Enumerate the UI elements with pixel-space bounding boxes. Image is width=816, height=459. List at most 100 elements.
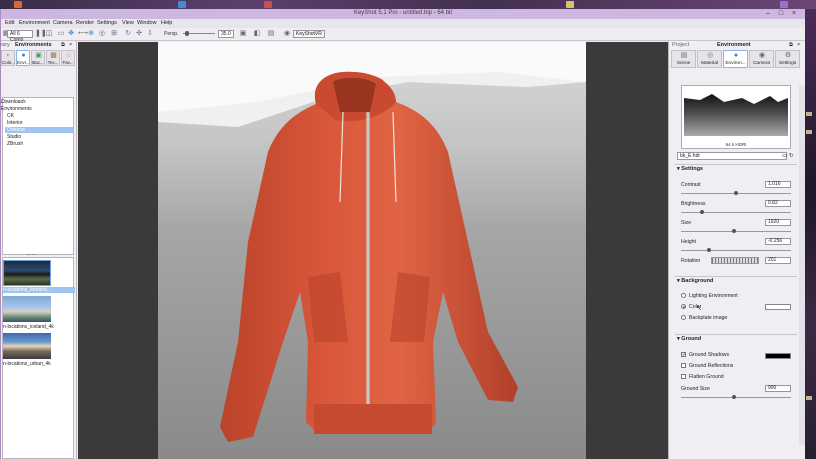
background-color-swatch[interactable] xyxy=(765,304,791,310)
tab-scene[interactable]: ▤ Scene xyxy=(671,50,696,68)
contrast-input[interactable]: 1.016 xyxy=(765,181,791,188)
brightness-slider[interactable] xyxy=(681,212,791,213)
desktop-icon[interactable] xyxy=(780,1,788,8)
ground-reflections-checkbox[interactable] xyxy=(681,363,686,368)
pause-icon[interactable]: ❚❚ xyxy=(35,30,47,38)
maximize-icon[interactable]: □ xyxy=(776,10,786,18)
keyshotvr-button[interactable]: KeyShotVR xyxy=(293,30,325,38)
grid-icon[interactable]: ▤ xyxy=(267,30,275,38)
tab-material[interactable]: ◎ Material xyxy=(697,50,722,68)
vr-icon[interactable]: ◉ xyxy=(283,30,291,38)
tumble-icon[interactable]: ⊕ xyxy=(87,30,95,38)
refresh-icon[interactable]: ↻ xyxy=(789,152,794,160)
ground-section-title[interactable]: ▾ Ground xyxy=(677,336,701,342)
size-input[interactable]: 1920 xyxy=(765,219,791,226)
ground-size-slider[interactable] xyxy=(681,397,791,398)
tree-item-interior[interactable]: Interior xyxy=(7,120,23,126)
menu-render[interactable]: Render xyxy=(76,20,94,26)
flatten-ground-checkbox[interactable] xyxy=(681,374,686,379)
size-slider[interactable] xyxy=(681,231,791,232)
tree-item-downloads[interactable]: Downloads xyxy=(1,99,26,105)
dolly-icon[interactable]: ⟷ xyxy=(78,30,88,38)
size-slider-knob[interactable] xyxy=(732,229,736,233)
height-slider[interactable] xyxy=(681,250,791,251)
tree-item-studio[interactable]: Studio xyxy=(7,134,21,140)
thumbnail-iceland[interactable] xyxy=(3,296,51,322)
camera-icon[interactable]: ◎ xyxy=(98,30,106,38)
tab-favorites[interactable]: ☆ Fav... xyxy=(61,50,75,66)
panel-float-icon[interactable]: ⧉ xyxy=(789,41,793,49)
scrollbar[interactable] xyxy=(799,85,805,445)
desktop-icon[interactable] xyxy=(566,1,574,8)
tab-environments[interactable]: ● Envi... xyxy=(16,50,30,66)
contrast-slider-knob[interactable] xyxy=(734,191,738,195)
render-icon[interactable]: ◧ xyxy=(253,30,261,38)
height-input[interactable]: -0.256 xyxy=(765,238,791,245)
tab-environment[interactable]: ● Environ... xyxy=(723,50,748,68)
menu-window[interactable]: Window xyxy=(137,20,157,26)
menu-view[interactable]: View xyxy=(122,20,134,26)
ground-shadows-checkbox[interactable]: ✔ xyxy=(681,352,686,358)
folder-icon[interactable]: ▭ xyxy=(782,152,787,160)
screenshot-icon[interactable]: ▣ xyxy=(239,30,247,38)
desktop-icon[interactable] xyxy=(806,396,812,400)
splitter-handle[interactable] xyxy=(27,254,37,256)
close-icon[interactable]: × xyxy=(789,10,799,18)
minimize-icon[interactable]: – xyxy=(763,10,773,18)
tab-settings[interactable]: ⚙ Settings xyxy=(775,50,800,68)
download-icon[interactable]: ⇩ xyxy=(146,30,154,38)
panel-close-icon[interactable]: × xyxy=(797,41,800,49)
height-slider-knob[interactable] xyxy=(707,248,711,252)
fit-icon[interactable]: ⊞ xyxy=(110,30,118,38)
tree-item-environments[interactable]: Environments xyxy=(1,106,32,112)
region-render-icon[interactable]: ▭ xyxy=(57,30,65,38)
background-section-title[interactable]: ▾ Background xyxy=(677,278,713,284)
thumbnail-urban[interactable] xyxy=(3,333,51,359)
ground-size-input[interactable]: 900 xyxy=(765,385,791,392)
panel-close-icon[interactable]: × xyxy=(69,41,72,49)
brightness-slider-knob[interactable] xyxy=(700,210,704,214)
performance-mode-icon[interactable]: ◫ xyxy=(45,30,53,38)
settings-section-title[interactable]: ▾ Settings xyxy=(677,166,703,172)
cores-dropdown[interactable]: All 6 Cores xyxy=(7,30,33,43)
tab-label: Scene xyxy=(676,61,691,66)
desktop-icon[interactable] xyxy=(806,112,812,116)
rotation-input[interactable]: 201 xyxy=(765,257,791,264)
shadow-color-swatch[interactable] xyxy=(765,353,791,359)
tree-item-outdoor[interactable]: Outdoor xyxy=(5,127,73,133)
desktop-icon[interactable] xyxy=(178,1,186,8)
mouse-cursor-icon: ↖ xyxy=(696,305,702,312)
desktop-icon[interactable] xyxy=(806,130,812,134)
menu-environment[interactable]: Environment xyxy=(19,20,50,26)
move-icon[interactable]: ✣ xyxy=(135,30,143,38)
tree-item-zbrush[interactable]: ZBrush xyxy=(7,141,23,147)
lighting-environment-radio[interactable] xyxy=(681,293,686,298)
rotation-dial[interactable] xyxy=(711,257,759,264)
tab-camera[interactable]: ◉ Camera xyxy=(749,50,774,68)
hdri-preview[interactable]: 64 k HDRI xyxy=(681,85,791,149)
pan-icon[interactable]: ✥ xyxy=(67,30,75,38)
tree-item-ck[interactable]: CK xyxy=(7,113,14,119)
perspective-slider-knob[interactable] xyxy=(185,31,189,36)
thumbnail-forest[interactable] xyxy=(3,260,51,286)
tab-textures[interactable]: ▩ Tex... xyxy=(46,50,60,66)
hdri-file-field[interactable]: bk_E.hdr xyxy=(677,152,787,160)
desktop-icon[interactable] xyxy=(264,1,272,8)
panel-float-icon[interactable]: ⧉ xyxy=(61,41,65,49)
desktop-icon[interactable] xyxy=(14,1,22,8)
perspective-input[interactable]: 35.0 xyxy=(218,30,234,38)
camera-icon: ◉ xyxy=(758,52,766,59)
refresh-icon[interactable]: ↻ xyxy=(124,30,132,38)
render-viewport[interactable] xyxy=(78,42,668,459)
backplate-radio[interactable] xyxy=(681,315,686,320)
ground-size-slider-knob[interactable] xyxy=(732,395,736,399)
menu-edit[interactable]: Edit xyxy=(5,20,14,26)
thumbnail-label: n-locations_iceland_4k xyxy=(3,324,54,330)
menu-settings[interactable]: Settings xyxy=(97,20,117,26)
menu-camera[interactable]: Camera xyxy=(53,20,73,26)
brightness-input[interactable]: 0.82 xyxy=(765,200,791,207)
tab-colors[interactable]: ◐ Colo... xyxy=(1,50,15,66)
menu-help[interactable]: Help xyxy=(161,20,172,26)
tab-backplates[interactable]: ▣ Bac... xyxy=(31,50,45,66)
color-radio[interactable] xyxy=(681,304,686,309)
